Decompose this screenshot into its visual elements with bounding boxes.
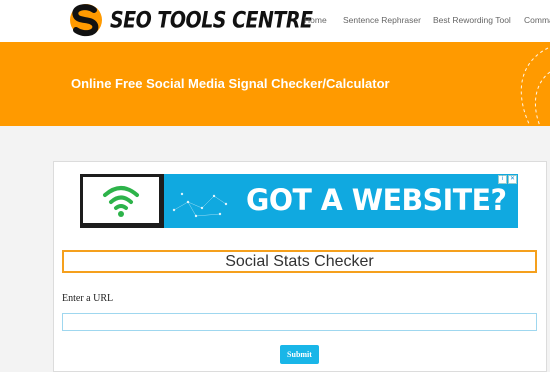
tool-title: Social Stats Checker xyxy=(225,253,374,270)
main-nav: Home Sentence Rephraser Best Rewording T… xyxy=(0,15,550,29)
nav-item-comma[interactable]: Comma xyxy=(524,15,550,25)
decorative-curves xyxy=(520,47,550,126)
ad-close-icon[interactable]: ✕ xyxy=(508,175,517,184)
advertisement-banner[interactable]: GOT A WEBSITE? i ✕ xyxy=(80,174,518,228)
ad-laptop-graphic xyxy=(80,174,164,228)
ad-badges: i ✕ xyxy=(498,175,517,184)
submit-button[interactable]: Submit xyxy=(280,345,319,364)
wifi-icon xyxy=(103,186,139,217)
nav-item-home[interactable]: Home xyxy=(304,15,327,25)
ad-headline: GOT A WEBSITE? xyxy=(246,183,507,217)
url-label: Enter a URL xyxy=(62,293,114,304)
tool-title-box: Social Stats Checker xyxy=(62,250,537,273)
page-title: Online Free Social Media Signal Checker/… xyxy=(71,76,390,91)
ad-network-graphic xyxy=(172,192,228,218)
hero-banner: Online Free Social Media Signal Checker/… xyxy=(0,42,550,126)
nav-item-sentence-rephraser[interactable]: Sentence Rephraser xyxy=(343,15,421,25)
url-input[interactable] xyxy=(62,313,537,331)
ad-laptop-screen xyxy=(83,177,159,223)
ad-info-icon[interactable]: i xyxy=(498,175,507,184)
nav-item-best-rewording-tool[interactable]: Best Rewording Tool xyxy=(433,15,511,25)
top-navigation-bar: SEO TOOLS CENTRE Home Sentence Rephraser… xyxy=(0,0,550,42)
